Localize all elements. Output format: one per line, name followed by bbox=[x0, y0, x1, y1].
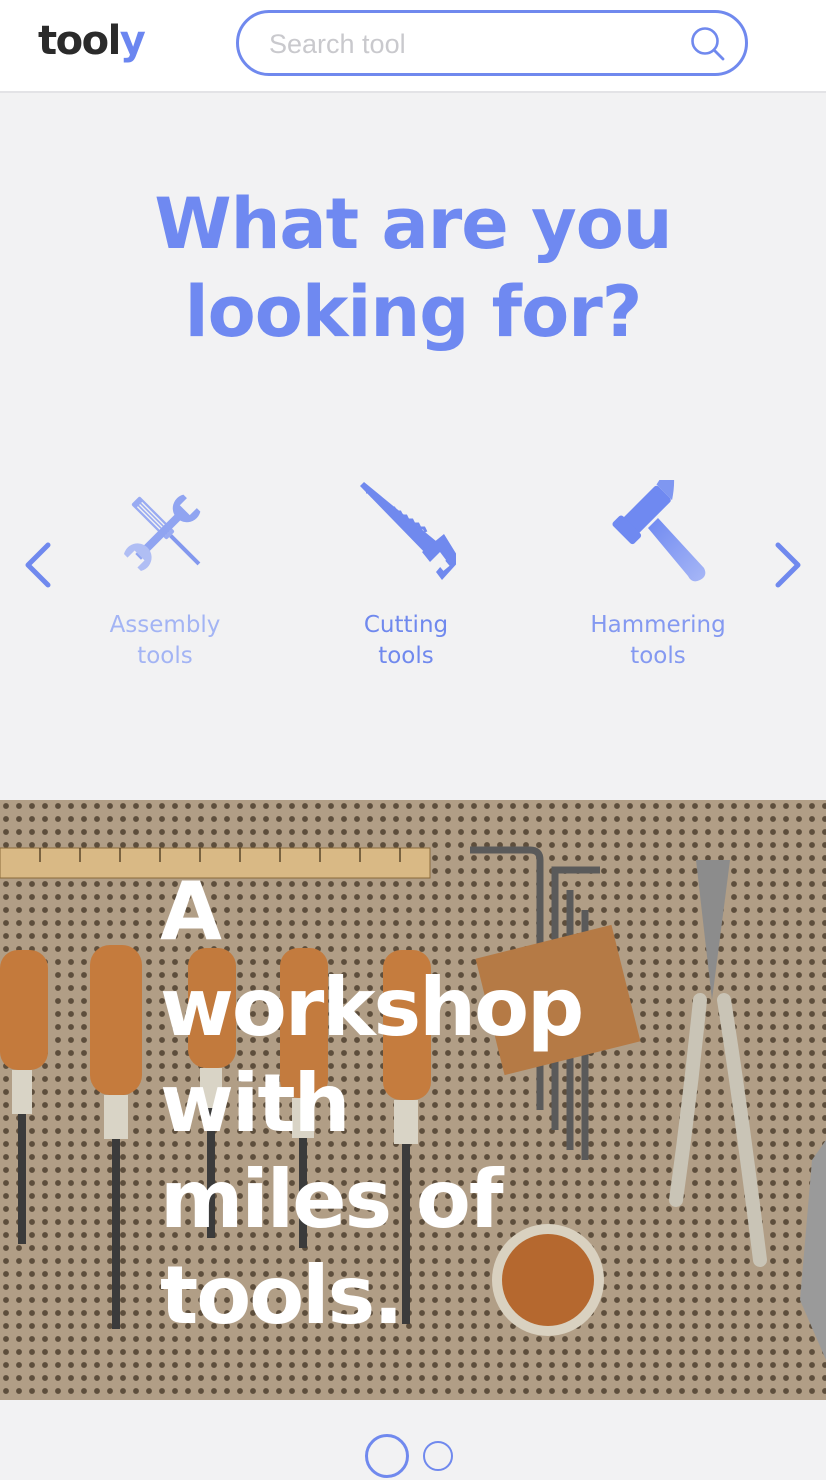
category-label: Assembly tools bbox=[80, 610, 250, 672]
category-carousel: Assembly tools Cutting tools Hammering t… bbox=[0, 440, 826, 740]
banner-line: miles of bbox=[160, 1153, 504, 1246]
banner-line: A bbox=[160, 865, 222, 958]
category-hammering-tools[interactable]: Hammering tools bbox=[573, 440, 743, 740]
category-label-line-1: Hammering bbox=[590, 612, 726, 638]
category-label-line-2: tools bbox=[630, 643, 686, 669]
search-input[interactable] bbox=[269, 25, 669, 63]
category-label-line-2: tools bbox=[378, 643, 434, 669]
chevron-right-icon[interactable] bbox=[768, 535, 808, 595]
hero-title: What are you looking for? bbox=[0, 180, 826, 356]
pagination-dot-active[interactable] bbox=[365, 1434, 409, 1478]
banner-line: with bbox=[160, 1057, 351, 1150]
banner-line: workshop bbox=[160, 961, 584, 1054]
top-header: tooly bbox=[0, 0, 826, 93]
logo-accent-text: y bbox=[119, 18, 146, 64]
tooly-logo[interactable]: tooly bbox=[38, 18, 146, 64]
banner-line: tools. bbox=[160, 1249, 404, 1342]
hero-title-line-1: What are you bbox=[154, 183, 672, 265]
category-label: Cutting tools bbox=[321, 610, 491, 672]
category-label: Hammering tools bbox=[573, 610, 743, 672]
category-cutting-tools[interactable]: Cutting tools bbox=[321, 440, 491, 740]
banner-headline: A workshop with miles of tools. bbox=[160, 864, 620, 1344]
chevron-left-icon[interactable] bbox=[18, 535, 58, 595]
hammer-icon bbox=[612, 480, 706, 582]
search-box[interactable] bbox=[236, 10, 748, 76]
logo-main-text: tool bbox=[38, 18, 121, 64]
saw-icon bbox=[360, 482, 456, 580]
carousel-pagination bbox=[0, 1400, 826, 1480]
promo-banner[interactable]: A workshop with miles of tools. bbox=[0, 800, 826, 1400]
category-label-line-1: Cutting bbox=[363, 612, 449, 638]
wrench-screwdriver-icon bbox=[123, 494, 201, 572]
category-label-line-1: Assembly bbox=[109, 612, 221, 638]
category-label-line-2: tools bbox=[137, 643, 193, 669]
search-icon[interactable] bbox=[689, 25, 727, 63]
pagination-dot[interactable] bbox=[423, 1441, 453, 1471]
hero-title-line-2: looking for? bbox=[184, 271, 643, 353]
category-assembly-tools[interactable]: Assembly tools bbox=[80, 440, 250, 740]
